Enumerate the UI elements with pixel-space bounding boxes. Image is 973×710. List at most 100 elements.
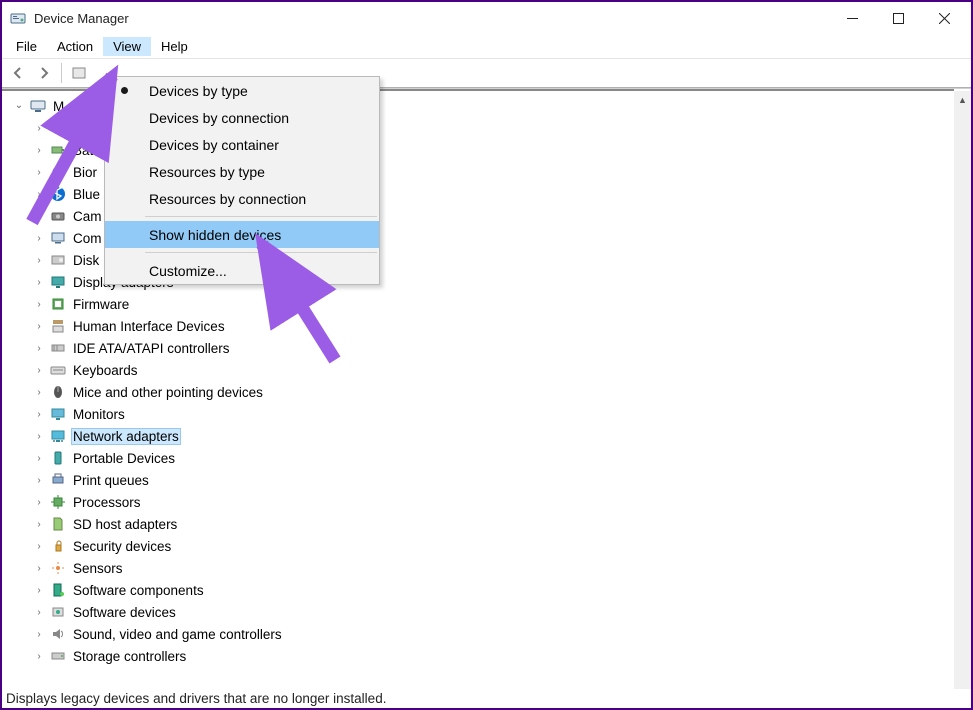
device-category[interactable]: › Software components — [2, 579, 971, 601]
status-bar: Displays legacy devices and drivers that… — [2, 688, 971, 708]
expand-icon[interactable]: › — [32, 605, 46, 619]
expand-icon[interactable]: › — [32, 517, 46, 531]
sound-icon — [49, 625, 67, 643]
menu-help[interactable]: Help — [151, 37, 198, 56]
device-category[interactable]: › Sensors — [2, 557, 971, 579]
expand-icon[interactable]: › — [32, 341, 46, 355]
expand-icon[interactable]: › — [32, 297, 46, 311]
menu-item-devices-by-container[interactable]: Devices by container — [105, 131, 379, 158]
expand-icon[interactable]: › — [32, 319, 46, 333]
expand-icon[interactable]: › — [32, 539, 46, 553]
menu-item-show-hidden-devices[interactable]: Show hidden devices — [105, 221, 379, 248]
processor-icon — [49, 493, 67, 511]
expand-icon[interactable]: › — [32, 649, 46, 663]
firmware-icon — [49, 295, 67, 313]
security-icon — [49, 537, 67, 555]
expand-icon[interactable]: › — [32, 495, 46, 509]
vertical-scrollbar[interactable]: ▲ — [954, 91, 971, 689]
toolbar-separator — [61, 63, 62, 83]
software-icon — [49, 581, 67, 599]
expand-icon[interactable]: › — [32, 407, 46, 421]
maximize-button[interactable] — [875, 3, 921, 33]
expand-icon[interactable]: › — [32, 253, 46, 267]
device-category[interactable]: › Storage controllers — [2, 645, 971, 667]
menu-item-resources-by-connection[interactable]: Resources by connection — [105, 185, 379, 212]
expand-icon[interactable]: › — [32, 165, 46, 179]
expand-icon[interactable]: › — [32, 363, 46, 377]
expand-icon[interactable]: › — [32, 385, 46, 399]
device-category[interactable]: ›Mice and other pointing devices — [2, 381, 971, 403]
device-label: Bior — [71, 165, 99, 180]
ide-icon — [49, 339, 67, 357]
menu-action[interactable]: Action — [47, 37, 103, 56]
close-button[interactable] — [921, 3, 967, 33]
scroll-up-arrow[interactable]: ▲ — [954, 91, 971, 108]
device-label: Storage controllers — [71, 649, 188, 664]
computer-icon — [29, 97, 47, 115]
toolbar-button[interactable] — [67, 61, 91, 85]
device-category[interactable]: › Human Interface Devices — [2, 315, 971, 337]
monitor-icon — [49, 405, 67, 423]
back-button[interactable] — [6, 61, 30, 85]
expand-icon[interactable]: › — [32, 143, 46, 157]
software2-icon — [49, 603, 67, 621]
collapse-icon[interactable]: ⌄ — [12, 98, 26, 112]
title-bar: Device Manager — [2, 2, 971, 34]
device-category[interactable]: ›Portable Devices — [2, 447, 971, 469]
expand-icon[interactable]: › — [32, 451, 46, 465]
device-label: Aud — [71, 121, 99, 136]
biometric-icon — [49, 163, 67, 181]
menu-item-resources-by-type[interactable]: Resources by type — [105, 158, 379, 185]
computer-icon — [49, 229, 67, 247]
menu-separator — [145, 252, 377, 253]
disk-icon — [49, 251, 67, 269]
camera-icon — [49, 207, 67, 225]
expand-icon[interactable]: › — [32, 121, 46, 135]
printer-icon — [49, 471, 67, 489]
device-category[interactable]: ›Print queues — [2, 469, 971, 491]
device-label: Sensors — [71, 561, 125, 576]
minimize-button[interactable] — [829, 3, 875, 33]
expand-icon[interactable]: › — [32, 473, 46, 487]
menu-view[interactable]: View — [103, 37, 151, 56]
menu-item-devices-by-connection[interactable]: Devices by connection — [105, 104, 379, 131]
expand-icon[interactable]: › — [32, 187, 46, 201]
device-category[interactable]: ›Security devices — [2, 535, 971, 557]
forward-button[interactable] — [32, 61, 56, 85]
device-category[interactable]: › Firmware — [2, 293, 971, 315]
expand-icon[interactable]: › — [32, 627, 46, 641]
expand-icon[interactable]: › — [32, 275, 46, 289]
device-category[interactable]: ›Sound, video and game controllers — [2, 623, 971, 645]
root-label: M — [51, 99, 66, 114]
device-category[interactable]: ›IDE ATA/ATAPI controllers — [2, 337, 971, 359]
device-label: Human Interface Devices — [71, 319, 227, 334]
window-title: Device Manager — [34, 11, 829, 26]
mouse-icon — [49, 383, 67, 401]
menu-item-customize[interactable]: Customize... — [105, 257, 379, 284]
portable-icon — [49, 449, 67, 467]
hid-icon — [49, 317, 67, 335]
expand-icon[interactable]: › — [32, 209, 46, 223]
device-label: SD host adapters — [71, 517, 179, 532]
device-label: Network adapters — [71, 428, 181, 445]
expand-icon[interactable]: › — [32, 583, 46, 597]
device-category[interactable]: › SD host adapters — [2, 513, 971, 535]
display-icon — [49, 273, 67, 291]
device-category[interactable]: ›Keyboards — [2, 359, 971, 381]
device-label: Software components — [71, 583, 206, 598]
storage-icon — [49, 647, 67, 665]
device-category[interactable]: › Network adapters — [2, 425, 971, 447]
device-label: Firmware — [71, 297, 131, 312]
bullet-icon — [121, 87, 128, 94]
status-text: Displays legacy devices and drivers that… — [6, 691, 386, 706]
device-category[interactable]: ›Processors — [2, 491, 971, 513]
menu-item-devices-by-type[interactable]: Devices by type — [105, 77, 379, 104]
expand-icon[interactable]: › — [32, 429, 46, 443]
device-label: Cam — [71, 209, 104, 224]
expand-icon[interactable]: › — [32, 231, 46, 245]
menu-file[interactable]: File — [6, 37, 47, 56]
device-category[interactable]: ›Software devices — [2, 601, 971, 623]
device-label: Com — [71, 231, 104, 246]
device-category[interactable]: ›Monitors — [2, 403, 971, 425]
expand-icon[interactable]: › — [32, 561, 46, 575]
